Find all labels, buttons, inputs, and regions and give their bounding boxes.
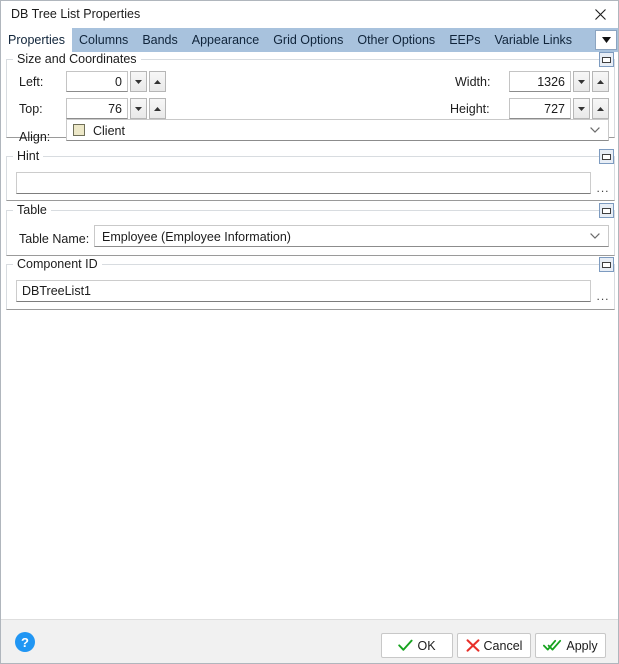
- apply-button-label: Apply: [566, 638, 598, 653]
- group-caption: Hint: [13, 149, 44, 163]
- ok-button[interactable]: OK: [381, 633, 453, 658]
- table-name-label: Table Name:: [19, 232, 90, 246]
- check-icon: [398, 639, 414, 651]
- hint-ellipsis-button[interactable]: ...: [594, 175, 612, 195]
- width-input[interactable]: 1326: [509, 71, 571, 92]
- tab-bar: Properties Columns Bands Appearance Grid…: [1, 28, 618, 52]
- width-spin-down-icon[interactable]: [573, 71, 590, 92]
- top-label: Top:: [19, 102, 43, 116]
- width-label: Width:: [455, 75, 491, 89]
- ok-button-label: OK: [417, 638, 436, 653]
- left-spin-up-icon[interactable]: [149, 71, 166, 92]
- group-caption: Table: [13, 203, 51, 217]
- chevron-down-icon[interactable]: [595, 30, 617, 50]
- align-value: Client: [93, 124, 125, 138]
- tab-variable-links[interactable]: Variable Links: [487, 28, 579, 52]
- align-combo[interactable]: Client: [66, 119, 609, 141]
- top-spinner[interactable]: 76: [66, 98, 166, 119]
- width-spinner[interactable]: 1326: [509, 71, 609, 92]
- height-spinner[interactable]: 727: [509, 98, 609, 119]
- tab-bands[interactable]: Bands: [135, 28, 184, 52]
- cross-icon: [466, 639, 479, 652]
- table-name-combo[interactable]: Employee (Employee Information): [94, 225, 609, 247]
- group-hint: Hint ...: [6, 149, 615, 201]
- collapse-icon[interactable]: [599, 203, 614, 218]
- left-spin-down-icon[interactable]: [130, 71, 147, 92]
- close-icon[interactable]: [580, 1, 618, 28]
- collapse-icon[interactable]: [599, 52, 614, 67]
- table-name-value: Employee (Employee Information): [102, 230, 291, 244]
- cancel-button[interactable]: Cancel: [457, 633, 531, 658]
- properties-page: Size and Coordinates Left: 0 Top: 76 Wid…: [1, 52, 618, 619]
- collapse-icon[interactable]: [599, 149, 614, 164]
- height-label: Height:: [450, 102, 490, 116]
- cancel-button-label: Cancel: [483, 638, 523, 653]
- top-spin-down-icon[interactable]: [130, 98, 147, 119]
- align-color-swatch: [73, 124, 85, 136]
- component-id-ellipsis-button[interactable]: ...: [594, 283, 612, 303]
- left-label: Left:: [19, 75, 44, 89]
- collapse-icon[interactable]: [599, 257, 614, 272]
- properties-dialog: DB Tree List Properties Properties Colum…: [0, 0, 619, 664]
- width-spin-up-icon[interactable]: [592, 71, 609, 92]
- tab-columns[interactable]: Columns: [72, 28, 135, 52]
- tab-grid-options[interactable]: Grid Options: [266, 28, 350, 52]
- tab-other-options[interactable]: Other Options: [350, 28, 442, 52]
- tab-appearance[interactable]: Appearance: [185, 28, 266, 52]
- group-caption: Size and Coordinates: [13, 52, 141, 66]
- group-component-id: Component ID DBTreeList1 ...: [6, 257, 615, 310]
- group-caption: Component ID: [13, 257, 102, 271]
- chevron-down-icon[interactable]: [588, 226, 602, 246]
- left-input[interactable]: 0: [66, 71, 128, 92]
- top-input[interactable]: 76: [66, 98, 128, 119]
- height-input[interactable]: 727: [509, 98, 571, 119]
- height-spin-up-icon[interactable]: [592, 98, 609, 119]
- height-spin-down-icon[interactable]: [573, 98, 590, 119]
- window-title: DB Tree List Properties: [11, 7, 141, 21]
- tab-properties[interactable]: Properties: [1, 28, 72, 52]
- tab-eeps[interactable]: EEPs: [442, 28, 487, 52]
- left-spinner[interactable]: 0: [66, 71, 166, 92]
- apply-button[interactable]: Apply: [535, 633, 606, 658]
- align-label: Align:: [19, 130, 51, 144]
- component-id-input[interactable]: DBTreeList1: [16, 280, 591, 302]
- title-bar: DB Tree List Properties: [1, 1, 618, 29]
- help-icon[interactable]: ?: [15, 632, 35, 652]
- chevron-down-icon[interactable]: [588, 120, 602, 140]
- hint-input[interactable]: [16, 172, 591, 194]
- group-table: Table Table Name: Employee (Employee Inf…: [6, 203, 615, 256]
- top-spin-up-icon[interactable]: [149, 98, 166, 119]
- group-size-and-coordinates: Size and Coordinates Left: 0 Top: 76 Wid…: [6, 52, 615, 144]
- double-check-icon: [543, 639, 562, 651]
